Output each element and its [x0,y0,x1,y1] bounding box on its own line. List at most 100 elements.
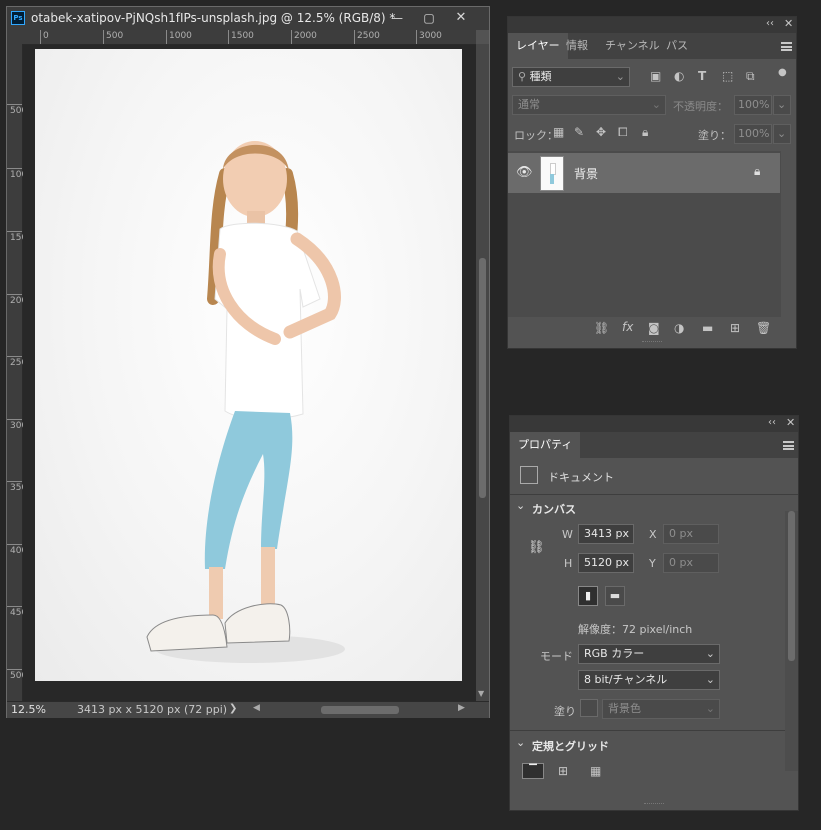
layer-row[interactable]: 👁︎ 背景 🔒︎ [508,153,780,193]
zoom-field[interactable]: 12.5% [11,703,59,716]
panel-menu-icon[interactable] [781,42,792,51]
ruler-label: 0 [43,31,49,41]
opacity-label: 不透明度： [673,100,728,113]
mode-label: モード [540,650,573,663]
horizontal-scroll-thumb[interactable] [321,706,399,714]
properties-scrollbar[interactable] [785,511,798,771]
collapse-icon[interactable]: ‹‹ [768,417,776,428]
folder-icon[interactable]: ▬ [702,321,713,335]
opacity-field[interactable]: 100% [734,95,772,115]
landscape-orientation-icon[interactable]: ▬ [605,586,625,606]
document-label: ドキュメント [548,471,614,484]
opacity-dropdown[interactable]: ⌄ [773,95,791,115]
height-field[interactable]: 5120 px [578,553,634,573]
ruler-corner[interactable] [7,30,22,44]
scroll-right-icon[interactable]: ▶ [458,703,465,713]
close-button[interactable]: ✕ [445,7,477,30]
layers-footer: ⛓︎ fx ◙ ◑ ▬ ⊞ 🗑︎ [508,317,796,340]
layer-filter-select[interactable]: ⚲ 種類 ⌄ [512,67,630,87]
chevron-down-icon[interactable]: ⌄ [516,499,525,512]
tab-properties[interactable]: プロパティ [510,432,581,458]
canvas-area[interactable] [23,45,476,701]
ruler-label: 3000 [419,31,442,41]
layer-thumbnail [540,156,564,191]
properties-tabbar: プロパティ [510,432,798,458]
ruler-toggle-icon[interactable]: ▔ [522,763,544,779]
scroll-left-icon[interactable]: ◀ [253,703,260,713]
layers-scrollbar[interactable] [781,151,796,317]
color-mode-select[interactable]: RGB カラー ⌄ [578,644,720,664]
canvas-fill-label: 塗り [554,705,576,718]
document-titlebar[interactable]: Ps otabek-xatipov-PjNQsh1fIPs-unsplash.j… [7,7,489,30]
collapse-icon[interactable]: ‹‹ [766,18,774,29]
status-arrow-icon[interactable]: ❯ [229,703,237,714]
trash-icon[interactable]: 🗑︎ [756,321,771,335]
panel-menu-icon[interactable] [783,441,794,450]
pixel-filter-icon[interactable]: ▣ [650,69,661,83]
x-field[interactable]: 0 px [663,524,719,544]
fill-field[interactable]: 100% [734,124,772,144]
chevron-down-icon: ⌄ [777,98,787,111]
vertical-scroll-thumb[interactable] [479,258,486,498]
vertical-scrollbar[interactable]: ▼ [476,44,489,701]
properties-panel-topbar[interactable]: ‹‹ ✕ [510,416,798,432]
panel-close-icon[interactable]: ✕ [786,416,795,429]
adjustment-icon[interactable]: ◑ [674,321,684,335]
document-photo[interactable] [35,49,462,681]
layer-lock-icon[interactable]: 🔒︎ [754,164,760,179]
resize-grip[interactable] [644,803,664,807]
lock-position-icon[interactable]: ✥ [596,125,606,139]
type-filter-icon[interactable]: T [698,69,706,83]
horizontal-scrollbar[interactable]: ◀ ▶ [251,703,471,715]
width-field[interactable]: 3413 px [578,524,634,544]
blend-mode-value: 通常 [518,98,540,111]
width-label: W [562,528,573,541]
smart-object-filter-icon[interactable]: ⧉ [746,69,755,84]
tab-paths[interactable]: パス [658,33,696,59]
ruler-label: 2500 [10,358,33,368]
fill-dropdown[interactable]: ⌄ [773,124,791,144]
lock-image-icon[interactable]: ✎ [574,125,584,139]
mask-icon[interactable]: ◙ [648,321,660,335]
transparency-grid-icon[interactable]: ▦ [590,764,601,778]
resize-grip[interactable] [642,341,662,345]
lock-transparent-icon[interactable]: ▦ [553,125,564,139]
status-bar: 12.5% 3413 px x 5120 px (72 ppi) ❯ ◀ ▶ [7,701,489,718]
ruler-label: 500 [106,31,124,41]
grid-toggle-icon[interactable]: ⊞ [558,764,568,778]
chevron-down-icon: ⌄ [705,673,715,686]
chevron-down-icon: ⌄ [651,98,661,111]
minimize-button[interactable]: — [381,7,413,30]
scroll-down-icon[interactable]: ▼ [478,689,484,698]
rulers-grids-section-title[interactable]: 定規とグリッド [532,738,609,754]
chevron-down-icon[interactable]: ⌄ [516,736,525,749]
lock-artboard-icon[interactable]: ⧠ [618,125,628,140]
portrait-orientation-icon[interactable]: ▮ [578,586,598,606]
link-dimensions-icon[interactable]: ⛓︎ [528,540,545,555]
restore-button[interactable]: ▢ [413,7,445,30]
lock-all-icon[interactable]: 🔒︎ [642,125,648,140]
filter-toggle-icon[interactable]: ● [778,67,787,78]
y-field[interactable]: 0 px [663,553,719,573]
tab-info[interactable]: 情報 [558,33,596,59]
color-mode-value: RGB カラー [584,647,645,660]
fill-swatch[interactable] [580,699,598,717]
blend-mode-select[interactable]: 通常 ⌄ [512,95,666,115]
new-layer-icon[interactable]: ⊞ [730,321,740,335]
properties-scroll-thumb[interactable] [788,511,795,661]
shape-filter-icon[interactable]: ⬚ [722,69,733,83]
adjustment-filter-icon[interactable]: ◐ [674,69,684,83]
bit-depth-select[interactable]: 8 bit/チャンネル ⌄ [578,670,720,690]
vertical-ruler[interactable]: 500 1000 1500 2000 2500 3000 3500 4000 4… [7,44,33,701]
fx-icon[interactable]: fx [622,320,633,334]
panel-close-icon[interactable]: ✕ [784,17,793,30]
canvas-section-title[interactable]: カンバス [532,501,576,517]
layers-panel-topbar[interactable]: ‹‹ ✕ [508,17,796,33]
link-icon[interactable]: ⛓︎ [594,321,609,335]
layer-name[interactable]: 背景 [574,165,598,182]
canvas-fill-select[interactable]: 背景色 ⌄ [602,699,720,719]
ruler-label: 1500 [10,233,33,243]
eye-visibility-icon[interactable]: 👁︎ [516,165,533,180]
document-info[interactable]: 3413 px x 5120 px (72 ppi) [77,703,227,716]
horizontal-ruler[interactable]: 0 500 1000 1500 2000 2500 3000 [22,30,476,45]
